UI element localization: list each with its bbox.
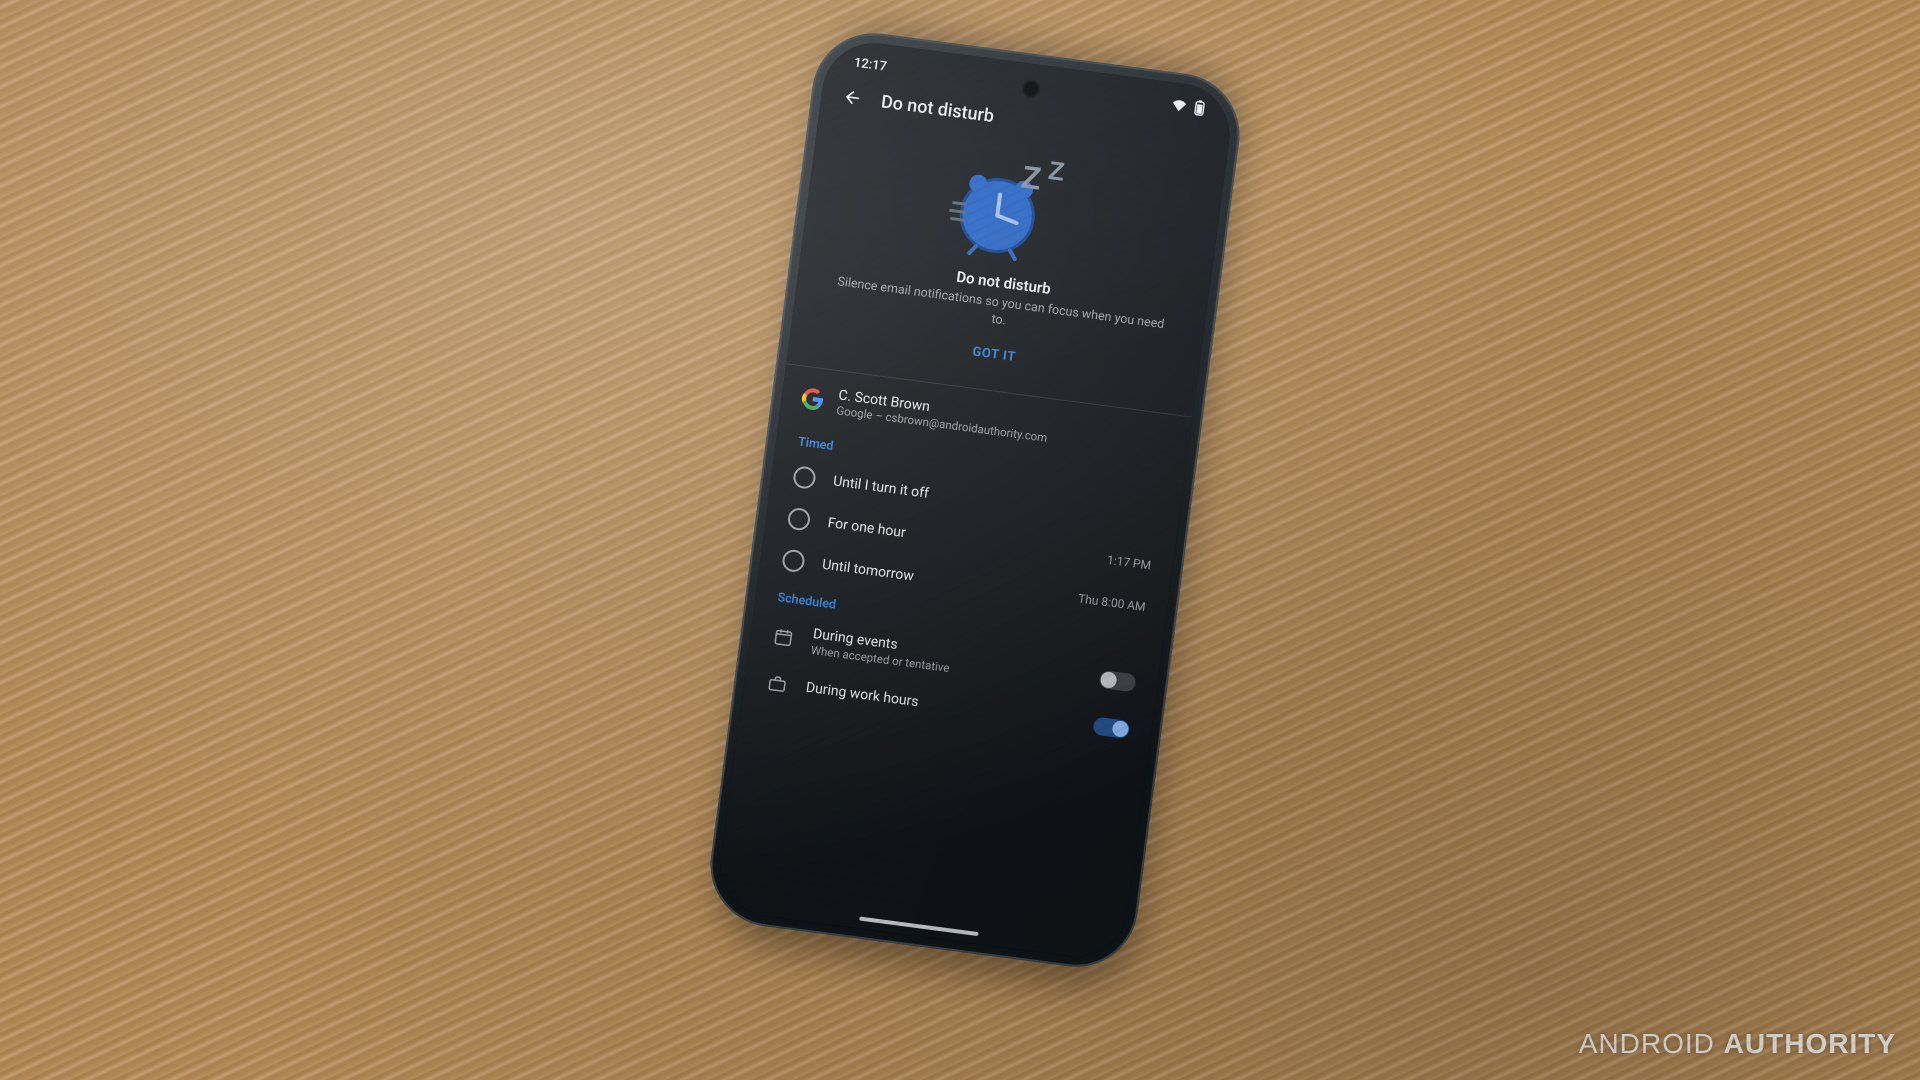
- svg-text:Z: Z: [1019, 158, 1043, 196]
- radio-icon: [787, 507, 812, 532]
- briefcase-icon: [765, 671, 790, 696]
- phone: 12:17: [703, 26, 1247, 974]
- google-logo-icon: [800, 386, 825, 411]
- toggle-during-work-hours[interactable]: [1092, 716, 1130, 739]
- toggle-during-events[interactable]: [1099, 670, 1137, 693]
- phone-screen: 12:17: [714, 37, 1235, 963]
- sleep-clock-illustration: Z Z: [937, 144, 1090, 271]
- page-title: Do not disturb: [880, 91, 995, 127]
- got-it-button[interactable]: GOT IT: [961, 339, 1027, 370]
- option-trail: [1087, 515, 1156, 524]
- svg-text:Z: Z: [1047, 155, 1067, 187]
- calendar-icon: [771, 625, 796, 650]
- option-trail: 1:17 PM: [1081, 549, 1152, 572]
- watermark-b: AUTHORITY: [1724, 1028, 1896, 1059]
- wood-table-background: 12:17: [0, 0, 1920, 1080]
- status-time: 12:17: [853, 55, 888, 74]
- watermark-a: ANDROID: [1579, 1028, 1715, 1059]
- gesture-nav-bar[interactable]: [859, 917, 978, 937]
- radio-icon: [792, 465, 817, 490]
- watermark: ANDROID AUTHORITY: [1579, 1028, 1896, 1060]
- radio-icon: [781, 548, 806, 573]
- back-button[interactable]: [840, 85, 865, 110]
- option-trail: Thu 8:00 AM: [1075, 591, 1146, 614]
- wifi-icon: [1171, 98, 1188, 112]
- battery-icon: [1193, 99, 1206, 116]
